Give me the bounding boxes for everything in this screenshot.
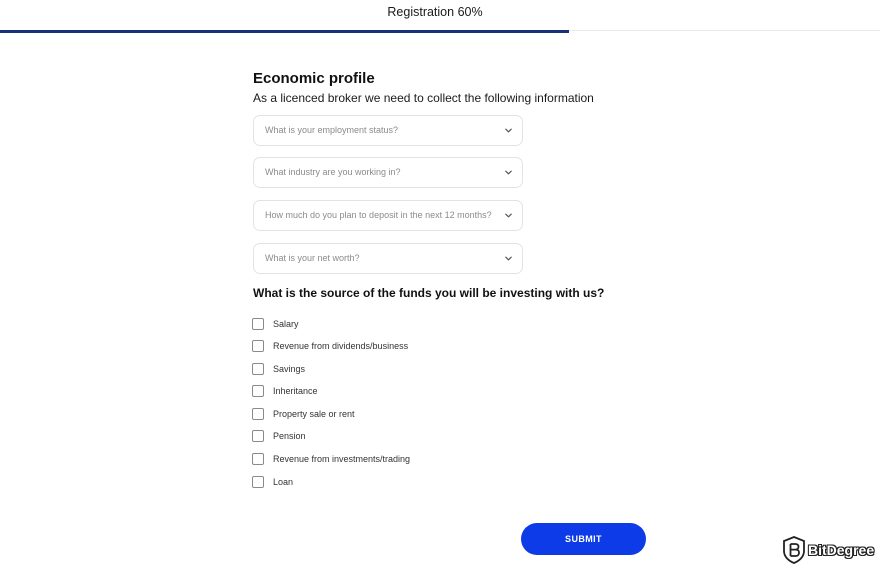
bitdegree-logo-icon <box>783 536 805 564</box>
registration-title: Registration 60% <box>0 5 870 19</box>
net-worth-placeholder: What is your net worth? <box>265 253 360 263</box>
chevron-down-icon <box>505 256 512 261</box>
property-label[interactable]: Property sale or rent <box>273 409 355 419</box>
section-subtitle: As a licenced broker we need to collect … <box>253 91 594 105</box>
chevron-down-icon <box>505 128 512 133</box>
inheritance-label[interactable]: Inheritance <box>273 386 318 396</box>
registration-title-text: Registration <box>387 5 455 19</box>
property-checkbox[interactable] <box>252 408 264 420</box>
employment-status-placeholder: What is your employment status? <box>265 125 399 135</box>
deposit-plan-select[interactable]: How much do you plan to deposit in the n… <box>253 200 523 231</box>
salary-checkbox[interactable] <box>252 318 264 330</box>
registration-progress-percent: 60% <box>457 5 483 19</box>
deposit-plan-placeholder: How much do you plan to deposit in the n… <box>265 210 492 220</box>
progress-bar <box>0 30 880 33</box>
pension-checkbox[interactable] <box>252 430 264 442</box>
savings-checkbox[interactable] <box>252 363 264 375</box>
chevron-down-icon <box>505 170 512 175</box>
progress-bar-fill <box>0 30 569 33</box>
investments-trading-label[interactable]: Revenue from investments/trading <box>273 454 410 464</box>
loan-checkbox[interactable] <box>252 476 264 488</box>
investments-trading-checkbox[interactable] <box>252 453 264 465</box>
industry-placeholder: What industry are you working in? <box>265 167 401 177</box>
savings-label[interactable]: Savings <box>273 364 305 374</box>
salary-label[interactable]: Salary <box>273 319 299 329</box>
industry-select[interactable]: What industry are you working in? <box>253 157 523 188</box>
registration-header: Registration 60% <box>0 0 880 33</box>
dividends-business-checkbox[interactable] <box>252 340 264 352</box>
loan-label[interactable]: Loan <box>273 477 293 487</box>
submit-button[interactable]: SUBMIT <box>521 523 646 555</box>
pension-label[interactable]: Pension <box>273 431 306 441</box>
inheritance-checkbox[interactable] <box>252 385 264 397</box>
net-worth-select[interactable]: What is your net worth? <box>253 243 523 274</box>
bitdegree-watermark-text: BitDegree <box>808 542 875 558</box>
section-title: Economic profile <box>253 70 375 87</box>
chevron-down-icon <box>505 213 512 218</box>
dividends-business-label[interactable]: Revenue from dividends/business <box>273 341 408 351</box>
employment-status-select[interactable]: What is your employment status? <box>253 115 523 146</box>
funds-source-question: What is the source of the funds you will… <box>253 286 605 300</box>
